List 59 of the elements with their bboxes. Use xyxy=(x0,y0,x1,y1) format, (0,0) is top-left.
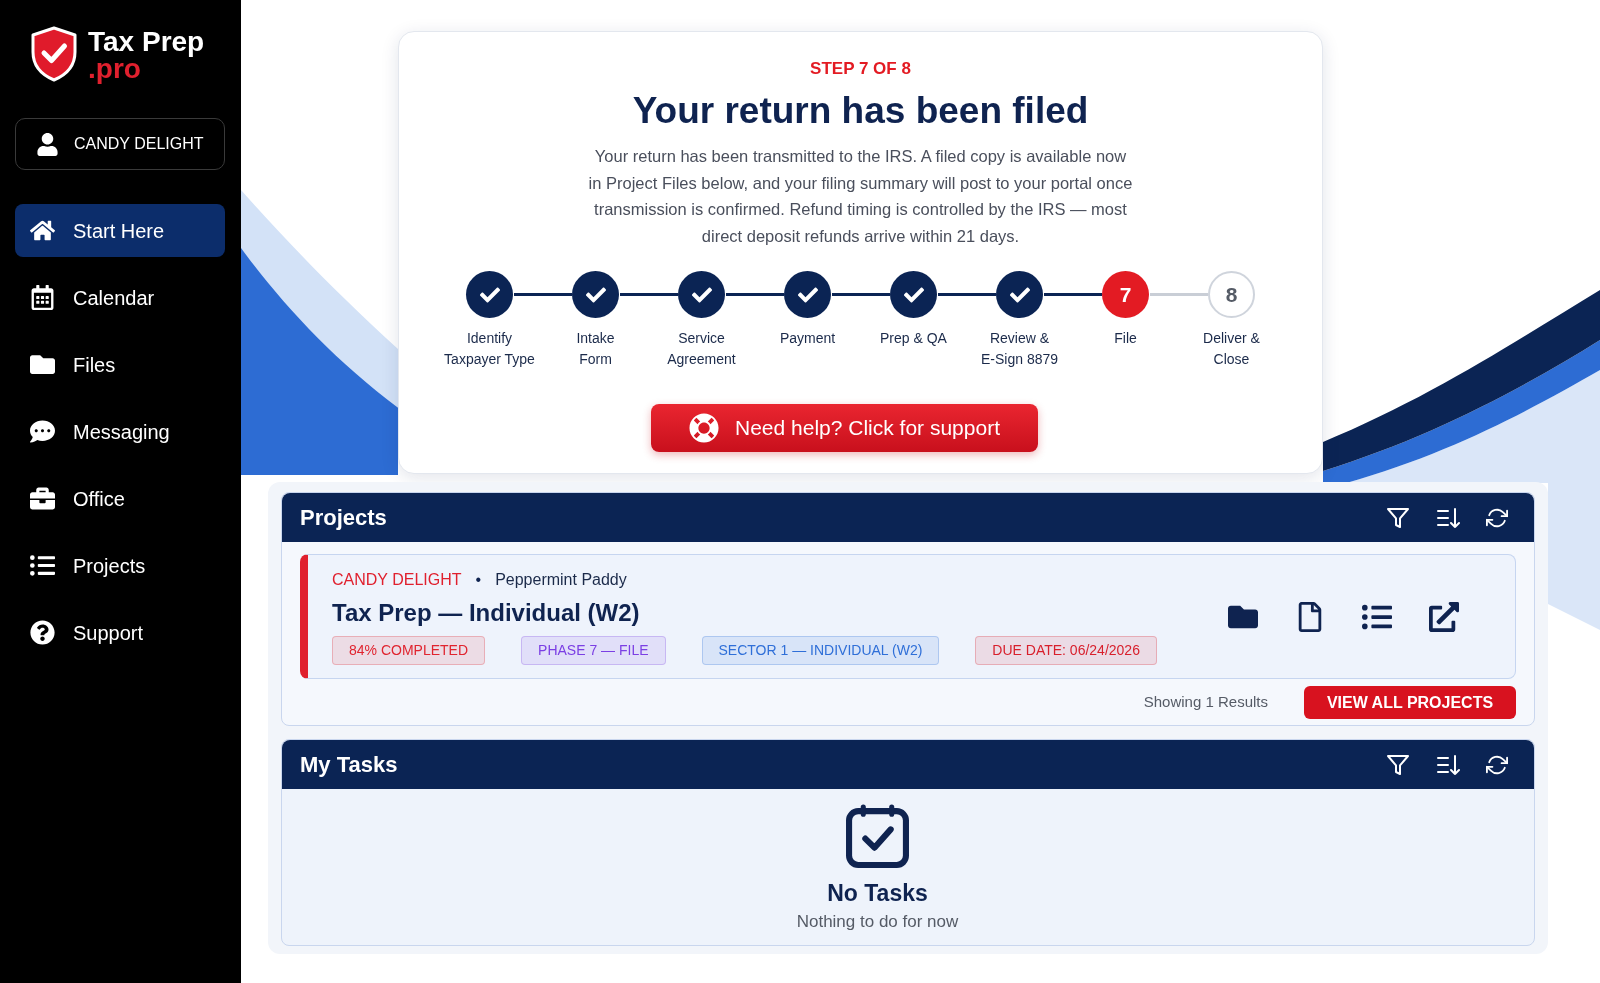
speech-bubble-icon xyxy=(30,419,55,444)
status-description: Your return has been transmitted to the IRS. A filed copy is available now in Project Files below, and your filing summary will post to your portal once transmission is confirmed. Refund timing is controlled by the IRS — most direct deposit refunds arrive within 21 days. xyxy=(588,146,1133,247)
step-label: File xyxy=(1114,329,1137,348)
folder-icon xyxy=(30,352,55,377)
nav-item[interactable]: Files xyxy=(15,338,225,391)
step-label: Review & E-Sign 8879 xyxy=(980,329,1059,369)
contact-name: Peppermint Paddy xyxy=(495,570,627,590)
user-icon xyxy=(36,132,59,156)
view-all-projects-button[interactable]: VIEW ALL PROJECTS xyxy=(1304,686,1516,719)
project-tag: 84% COMPLETED xyxy=(332,636,486,665)
sort-icon[interactable] xyxy=(1436,505,1460,530)
step-counter: STEP 7 OF 8 xyxy=(810,59,911,79)
filter-icon[interactable] xyxy=(1386,505,1410,530)
sort-icon[interactable] xyxy=(1436,752,1460,777)
step-connector xyxy=(1149,293,1208,296)
refresh-icon[interactable] xyxy=(1486,506,1508,529)
panel-title: My Tasks xyxy=(300,751,398,779)
project-tag: DUE DATE: 06/24/2026 xyxy=(975,636,1157,665)
home-icon xyxy=(30,218,55,243)
refresh-icon[interactable] xyxy=(1486,753,1508,776)
step-label: Service Agreement xyxy=(667,329,736,369)
empty-state-title: No Tasks xyxy=(827,879,928,907)
list-icon xyxy=(30,553,55,578)
empty-state-message: Nothing to do for now xyxy=(796,911,959,933)
lifebuoy-icon xyxy=(689,413,719,443)
panel-title: Projects xyxy=(300,504,387,532)
shield-check-icon xyxy=(30,26,78,82)
nav-item[interactable]: Projects xyxy=(15,539,225,592)
user-badge[interactable]: CANDY DELIGHT xyxy=(15,118,225,170)
filter-icon[interactable] xyxy=(1386,752,1410,777)
external-link-icon[interactable] xyxy=(1429,601,1459,632)
step-connector xyxy=(1043,293,1102,296)
brand-name: Tax Prep xyxy=(88,27,205,57)
briefcase-icon xyxy=(30,486,55,511)
nav-item[interactable]: Messaging xyxy=(15,405,225,458)
step-indicator: 8 xyxy=(1208,271,1255,318)
calendar-check-icon xyxy=(845,804,910,869)
client-name: CANDY DELIGHT xyxy=(332,570,462,590)
step-label: Intake Form xyxy=(576,329,615,369)
support-button[interactable]: Need help? Click for support xyxy=(651,404,1038,452)
step-label: Prep & QA xyxy=(880,329,947,348)
nav-item[interactable]: Support xyxy=(15,606,225,659)
separator-dot: • xyxy=(475,570,482,590)
project-card[interactable]: CANDY DELIGHT • Peppermint Paddy Tax Prep — Individual (W2) 84% COMPLETED PHASE 7 — FILE SECTOR 1 — INDIVIDUAL (W2) DUE DATE: 06/24/2026 xyxy=(300,554,1516,679)
nav-item[interactable]: Start Here xyxy=(15,204,225,257)
results-count: Showing 1 Results xyxy=(1143,692,1268,713)
help-icon xyxy=(30,620,55,645)
calendar-icon xyxy=(30,285,55,310)
nav-item[interactable]: Calendar xyxy=(15,271,225,324)
page-title: Your return has been filed xyxy=(632,89,1089,133)
project-tag: SECTOR 1 — INDIVIDUAL (W2) xyxy=(701,636,940,665)
step-label: Payment xyxy=(779,329,836,348)
nav-item[interactable]: Office xyxy=(15,472,225,525)
step-label: Identify Taxpayer Type xyxy=(444,329,535,369)
project-title: Tax Prep — Individual (W2) xyxy=(332,598,641,628)
user-name: CANDY DELIGHT xyxy=(74,134,204,154)
step-indicator: 7 xyxy=(1102,271,1149,318)
project-tag: PHASE 7 — FILE xyxy=(521,636,666,665)
step-label: Deliver & Close xyxy=(1203,329,1260,369)
